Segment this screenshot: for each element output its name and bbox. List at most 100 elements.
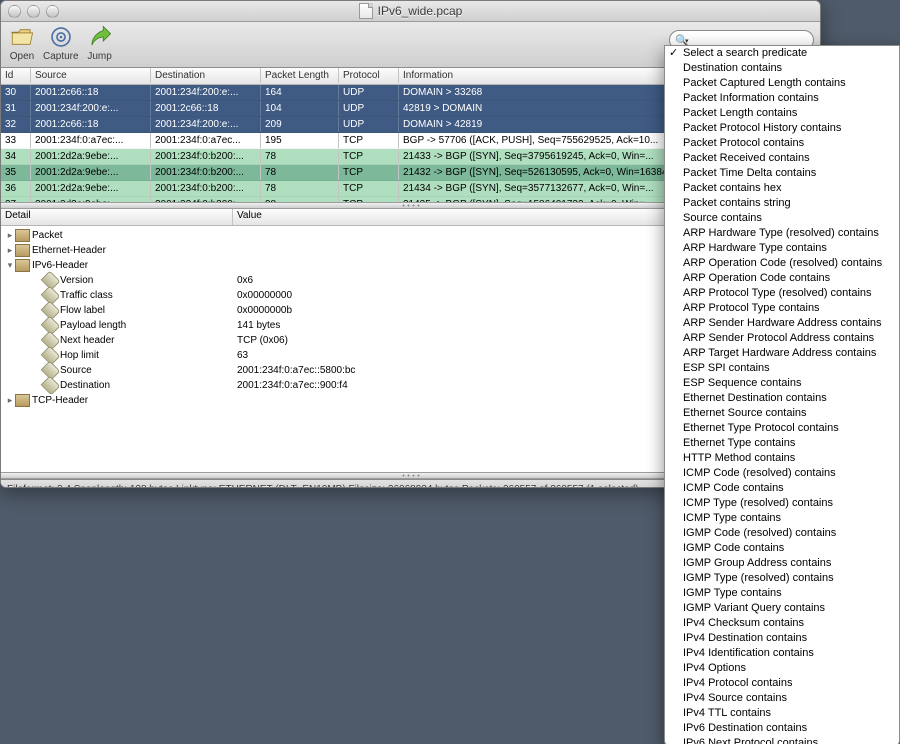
predicate-item[interactable]: ARP Operation Code contains: [665, 271, 899, 286]
tree-value: 2001:234f:0:a7ec::900:f4: [237, 380, 348, 391]
col-packet-length[interactable]: Packet Length: [261, 68, 339, 83]
cell: 2001:234f:0:b200:...: [151, 149, 261, 164]
predicate-item[interactable]: ARP Target Hardware Address contains: [665, 346, 899, 361]
folder-open-icon: [7, 23, 37, 51]
predicate-item[interactable]: ARP Protocol Type (resolved) contains: [665, 286, 899, 301]
predicate-item[interactable]: Packet Protocol contains: [665, 136, 899, 151]
predicate-item[interactable]: IGMP Code (resolved) contains: [665, 526, 899, 541]
predicate-item[interactable]: HTTP Method contains: [665, 451, 899, 466]
open-button[interactable]: Open: [7, 23, 37, 62]
cell: 30: [1, 85, 31, 100]
predicate-item[interactable]: Source contains: [665, 211, 899, 226]
predicate-item[interactable]: Packet Captured Length contains: [665, 76, 899, 91]
predicate-item[interactable]: IGMP Group Address contains: [665, 556, 899, 571]
predicate-item[interactable]: ICMP Code (resolved) contains: [665, 466, 899, 481]
predicate-item[interactable]: Ethernet Source contains: [665, 406, 899, 421]
cell: TCP: [339, 181, 399, 196]
predicate-item[interactable]: IPv4 Destination contains: [665, 631, 899, 646]
predicate-item[interactable]: ARP Operation Code (resolved) contains: [665, 256, 899, 271]
cell: 78: [261, 149, 339, 164]
minimize-window-button[interactable]: [27, 5, 40, 18]
tree-label: IPv6-Header: [32, 260, 88, 271]
tree-label: Flow label: [60, 305, 105, 316]
cell: 34: [1, 149, 31, 164]
capture-target-icon: [46, 23, 76, 51]
predicate-item[interactable]: ARP Sender Protocol Address contains: [665, 331, 899, 346]
predicate-item[interactable]: Ethernet Destination contains: [665, 391, 899, 406]
disclosure-arrow-icon[interactable]: ▸: [5, 245, 15, 256]
col-id[interactable]: Id: [1, 68, 31, 83]
cell: 35: [1, 165, 31, 180]
predicate-item[interactable]: IPv4 Identification contains: [665, 646, 899, 661]
cell: 2001:234f:0:b200:...: [151, 165, 261, 180]
col-source[interactable]: Source: [31, 68, 151, 83]
package-icon: [15, 394, 30, 407]
predicate-item[interactable]: ARP Hardware Type (resolved) contains: [665, 226, 899, 241]
col-destination[interactable]: Destination: [151, 68, 261, 83]
predicate-item[interactable]: IGMP Type (resolved) contains: [665, 571, 899, 586]
predicate-item[interactable]: Packet Received contains: [665, 151, 899, 166]
predicate-item[interactable]: Packet Information contains: [665, 91, 899, 106]
tree-value: 2001:234f:0:a7ec::5800:bc: [237, 365, 355, 376]
predicate-item[interactable]: Packet Protocol History contains: [665, 121, 899, 136]
predicate-item[interactable]: Packet contains hex: [665, 181, 899, 196]
cell: UDP: [339, 101, 399, 116]
predicate-item[interactable]: IPv4 Protocol contains: [665, 676, 899, 691]
predicate-item[interactable]: ICMP Code contains: [665, 481, 899, 496]
titlebar: IPv6_wide.pcap: [1, 1, 820, 22]
tree-value: 0x00000000: [237, 290, 292, 301]
predicate-item[interactable]: ICMP Type contains: [665, 511, 899, 526]
search-predicate-menu[interactable]: Select a search predicateDestination con…: [664, 45, 900, 744]
capture-button[interactable]: Capture: [43, 23, 79, 62]
tree-value: TCP (0x06): [237, 335, 288, 346]
cell: 2001:2c66::18: [31, 85, 151, 100]
jump-label: Jump: [87, 51, 111, 62]
package-icon: [15, 229, 30, 242]
cell: 36: [1, 181, 31, 196]
predicate-item[interactable]: ESP SPI contains: [665, 361, 899, 376]
cell: 78: [261, 181, 339, 196]
predicate-item[interactable]: IGMP Type contains: [665, 586, 899, 601]
predicate-item[interactable]: Packet Time Delta contains: [665, 166, 899, 181]
predicate-item[interactable]: Packet Length contains: [665, 106, 899, 121]
jump-arrow-icon: [85, 23, 115, 51]
tree-value: 63: [237, 350, 248, 361]
cell: 2001:2d2a:9ebe:...: [31, 181, 151, 196]
jump-button[interactable]: Jump: [85, 23, 115, 62]
predicate-item[interactable]: ARP Hardware Type contains: [665, 241, 899, 256]
predicate-item[interactable]: ICMP Type (resolved) contains: [665, 496, 899, 511]
predicate-item[interactable]: IPv4 Options: [665, 661, 899, 676]
predicate-item[interactable]: Ethernet Type contains: [665, 436, 899, 451]
disclosure-arrow-icon[interactable]: ▾: [5, 260, 15, 271]
predicate-item[interactable]: IGMP Variant Query contains: [665, 601, 899, 616]
predicate-item[interactable]: IGMP Code contains: [665, 541, 899, 556]
cell: 32: [1, 117, 31, 132]
predicate-item[interactable]: Ethernet Type Protocol contains: [665, 421, 899, 436]
predicate-item[interactable]: ESP Sequence contains: [665, 376, 899, 391]
predicate-item[interactable]: IPv6 Destination contains: [665, 721, 899, 736]
predicate-item[interactable]: IPv4 Checksum contains: [665, 616, 899, 631]
col-protocol[interactable]: Protocol: [339, 68, 399, 83]
predicate-item[interactable]: Packet contains string: [665, 196, 899, 211]
capture-label: Capture: [43, 51, 79, 62]
zoom-window-button[interactable]: [46, 5, 59, 18]
predicate-item-selected[interactable]: Select a search predicate: [665, 46, 899, 61]
disclosure-arrow-icon[interactable]: ▸: [5, 230, 15, 241]
close-window-button[interactable]: [8, 5, 21, 18]
cell: 195: [261, 133, 339, 148]
detail-col-key[interactable]: Detail: [1, 209, 233, 225]
predicate-item[interactable]: IPv4 Source contains: [665, 691, 899, 706]
window-title: IPv6_wide.pcap: [359, 3, 463, 19]
predicate-item[interactable]: IPv6 Next Protocol contains: [665, 736, 899, 744]
traffic-lights: [8, 5, 59, 18]
disclosure-arrow-icon[interactable]: ▸: [5, 395, 15, 406]
predicate-item[interactable]: ARP Sender Hardware Address contains: [665, 316, 899, 331]
cell: 33: [1, 133, 31, 148]
cell: 2001:234f:0:b200:...: [151, 181, 261, 196]
tree-label: Hop limit: [60, 350, 99, 361]
predicate-item[interactable]: Destination contains: [665, 61, 899, 76]
predicate-item[interactable]: IPv4 TTL contains: [665, 706, 899, 721]
document-icon: [359, 3, 373, 19]
tree-value: 0x6: [237, 275, 253, 286]
predicate-item[interactable]: ARP Protocol Type contains: [665, 301, 899, 316]
